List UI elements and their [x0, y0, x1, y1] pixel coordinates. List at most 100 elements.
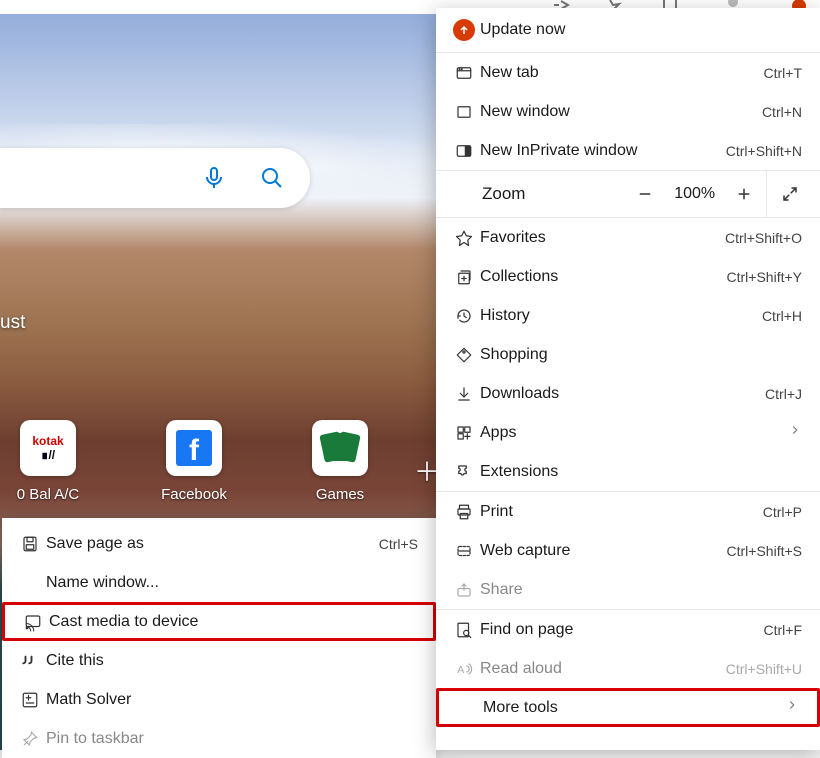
menu-item-label: More tools [483, 699, 785, 717]
read-aloud-icon: A [448, 660, 480, 678]
menu-item-shortcut: Ctrl+Shift+U [726, 661, 802, 677]
update-icon [448, 19, 480, 41]
menu-item-history[interactable]: HistoryCtrl+H [436, 296, 820, 335]
menu-item-label: Math Solver [46, 691, 418, 709]
menu-item-read-aloud: A Read aloudCtrl+Shift+U [436, 649, 820, 688]
menu-item-shortcut: Ctrl+S [379, 536, 418, 552]
menu-item-save-page-as[interactable]: Save page asCtrl+S [2, 524, 436, 563]
menu-item-web-capture[interactable]: Web captureCtrl+Shift+S [436, 531, 820, 570]
tile-facebook-icon: f [166, 420, 222, 476]
menu-item-name-window[interactable]: Name window... [2, 563, 436, 602]
tile-games[interactable]: Games [304, 420, 376, 503]
menu-item-label: Read aloud [480, 660, 726, 678]
tile-kotak-icon: kotak∎// [20, 420, 76, 476]
tile-label: Facebook [161, 486, 227, 503]
menu-item-label: Collections [480, 268, 727, 286]
toolbar-partial [436, 0, 820, 8]
menu-item-shopping[interactable]: Shopping [436, 335, 820, 374]
collections-icon [448, 268, 480, 286]
menu-item-label: Cast media to device [49, 613, 415, 631]
download-icon [448, 385, 480, 403]
quick-links-row: kotak∎// 0 Bal A/C f Facebook Games [12, 420, 376, 503]
microphone-icon[interactable] [202, 166, 226, 190]
menu-item-label: New tab [480, 64, 764, 82]
tab-icon [448, 64, 480, 82]
history-icon [448, 307, 480, 325]
menu-item-label: Web capture [480, 542, 727, 560]
menu-item-new-window[interactable]: New windowCtrl+N [436, 92, 820, 131]
menu-item-label: Update now [480, 21, 802, 39]
menu-item-collections[interactable]: CollectionsCtrl+Shift+Y [436, 257, 820, 296]
share-icon [448, 581, 480, 599]
zoom-control: Zoom 100% [436, 170, 820, 218]
tag-icon [448, 346, 480, 364]
menu-item-shortcut: Ctrl+J [765, 386, 802, 402]
more-tools-submenu: Save page asCtrl+S Name window... Cast med… [2, 518, 436, 758]
menu-item-label: Shopping [480, 346, 802, 364]
svg-text:A: A [457, 663, 464, 675]
fullscreen-button[interactable] [766, 171, 812, 217]
apps-icon [448, 424, 480, 442]
zoom-in-button[interactable] [723, 171, 767, 217]
menu-item-label: Find on page [480, 621, 764, 639]
menu-item-extensions[interactable]: Extensions [436, 452, 820, 491]
find-icon [448, 621, 480, 639]
menu-item-pin-to-taskbar: Pin to taskbar [2, 719, 436, 758]
menu-item-cast-media-to-device[interactable]: Cast media to device [2, 602, 436, 641]
menu-item-label: Apps [480, 424, 788, 442]
inprivate-icon [448, 142, 480, 160]
menu-item-shortcut: Ctrl+Shift+O [725, 230, 802, 246]
menu-item-more-tools[interactable]: More tools [436, 688, 820, 727]
menu-item-label: Pin to taskbar [46, 730, 418, 748]
tile-label: Games [316, 486, 364, 503]
truncated-date-label: ust [0, 312, 25, 334]
menu-item-downloads[interactable]: DownloadsCtrl+J [436, 374, 820, 413]
menu-item-label: History [480, 307, 762, 325]
menu-item-cite-this[interactable]: Cite this [2, 641, 436, 680]
menu-item-label: Name window... [46, 574, 418, 592]
menu-item-label: Print [480, 503, 763, 521]
star-icon [448, 229, 480, 247]
menu-item-label: Extensions [480, 463, 802, 481]
search-icon[interactable] [260, 166, 284, 190]
tile-kotak[interactable]: kotak∎// 0 Bal A/C [12, 420, 84, 503]
tile-facebook[interactable]: f Facebook [158, 420, 230, 503]
menu-item-apps[interactable]: Apps [436, 413, 820, 452]
menu-item-shortcut: Ctrl+Shift+Y [727, 269, 802, 285]
tile-games-icon [312, 420, 368, 476]
tile-label: 0 Bal A/C [17, 486, 80, 503]
menu-item-label: Save page as [46, 535, 379, 553]
zoom-value: 100% [667, 185, 723, 203]
menu-item-shortcut: Ctrl+Shift+S [727, 543, 802, 559]
cast-icon [17, 613, 49, 631]
quote-icon [14, 652, 46, 670]
menu-item-shortcut: Ctrl+H [762, 308, 802, 324]
menu-item-label: New InPrivate window [480, 142, 726, 160]
menu-item-shortcut: Ctrl+F [764, 622, 803, 638]
menu-item-find-on-page[interactable]: Find on pageCtrl+F [436, 610, 820, 649]
search-box[interactable] [0, 148, 310, 208]
puzzle-icon [448, 463, 480, 481]
menu-item-label: Share [480, 581, 802, 599]
menu-item-new-tab[interactable]: New tabCtrl+T [436, 53, 820, 92]
menu-item-update-now[interactable]: Update now [436, 8, 820, 52]
menu-item-label: Cite this [46, 652, 418, 670]
window-icon [448, 103, 480, 121]
zoom-out-button[interactable] [623, 171, 667, 217]
menu-item-share: Share [436, 570, 820, 609]
menu-item-math-solver[interactable]: Math Solver [2, 680, 436, 719]
settings-and-more-menu: Update nowNew tabCtrl+TNew windowCtrl+NN… [436, 8, 820, 750]
menu-item-shortcut: Ctrl+Shift+N [726, 143, 802, 159]
chevron-right-icon [785, 698, 799, 717]
menu-item-label: Downloads [480, 385, 765, 403]
pin-icon [14, 730, 46, 748]
math-icon [14, 691, 46, 709]
menu-item-shortcut: Ctrl+P [763, 504, 802, 520]
menu-item-favorites[interactable]: FavoritesCtrl+Shift+O [436, 218, 820, 257]
zoom-label: Zoom [454, 184, 623, 204]
menu-item-new-inprivate-window[interactable]: New InPrivate windowCtrl+Shift+N [436, 131, 820, 170]
menu-item-print[interactable]: PrintCtrl+P [436, 492, 820, 531]
menu-item-shortcut: Ctrl+N [762, 104, 802, 120]
menu-item-shortcut: Ctrl+T [764, 65, 803, 81]
menu-item-label: Favorites [480, 229, 725, 247]
